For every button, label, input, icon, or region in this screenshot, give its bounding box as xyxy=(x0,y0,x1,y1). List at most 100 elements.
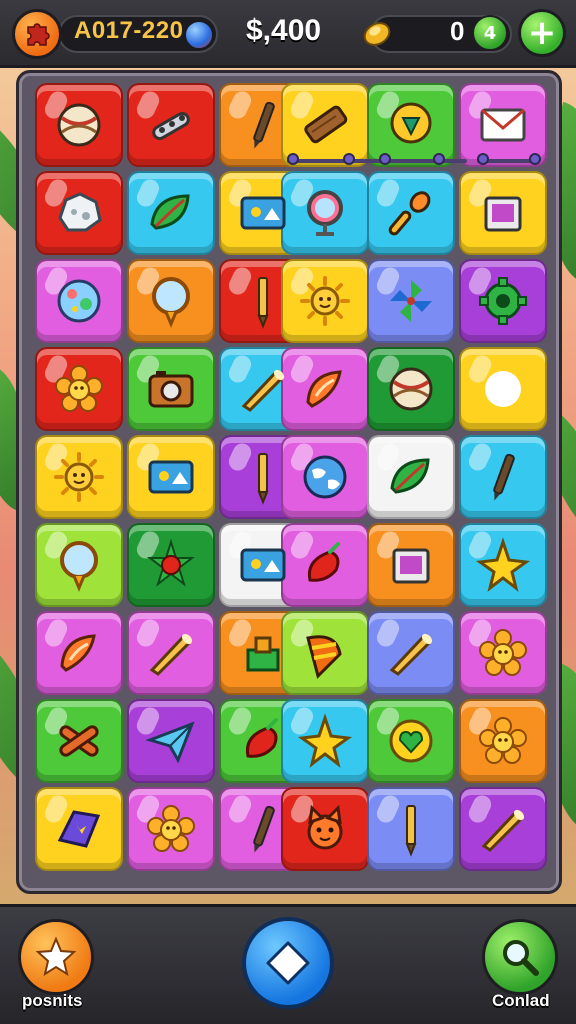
ball-icon xyxy=(389,367,433,411)
game-tile[interactable] xyxy=(281,171,369,255)
search-label: Conlad xyxy=(492,991,550,1010)
game-tile[interactable] xyxy=(367,259,455,343)
cone-icon xyxy=(306,635,342,679)
game-tile[interactable] xyxy=(127,83,215,167)
game-tile[interactable] xyxy=(281,523,369,607)
game-tile[interactable] xyxy=(127,435,215,519)
card-icon xyxy=(148,460,194,494)
bird-icon xyxy=(485,371,521,407)
game-tile[interactable] xyxy=(35,699,123,783)
game-tile[interactable] xyxy=(127,347,215,431)
coin-icon xyxy=(363,22,391,46)
play-button[interactable] xyxy=(242,917,334,1009)
positions-button[interactable] xyxy=(18,919,94,995)
cog-icon xyxy=(479,277,527,325)
game-tile[interactable] xyxy=(127,787,215,871)
game-tile[interactable] xyxy=(367,611,455,695)
plane-icon xyxy=(145,721,195,764)
clip-dot xyxy=(343,153,355,165)
game-tile[interactable] xyxy=(459,171,547,255)
game-tile[interactable] xyxy=(367,523,455,607)
game-tile[interactable] xyxy=(35,83,123,167)
game-tile[interactable] xyxy=(281,259,369,343)
game-tile[interactable] xyxy=(127,523,215,607)
game-tile[interactable] xyxy=(35,787,123,871)
gem-icon xyxy=(57,810,101,848)
clip-dot xyxy=(379,153,391,165)
star-icon xyxy=(297,713,353,768)
pinwheel-icon xyxy=(390,280,432,322)
game-tile[interactable] xyxy=(281,787,369,871)
sticks-icon xyxy=(59,725,99,757)
pencil-icon xyxy=(257,453,269,505)
pen-icon xyxy=(253,101,275,149)
flower-icon xyxy=(479,629,527,676)
microphone-icon xyxy=(388,191,431,236)
globe-icon xyxy=(303,455,347,499)
plank-icon xyxy=(304,105,348,144)
puzzle-icon xyxy=(27,23,50,46)
game-tile[interactable] xyxy=(367,787,455,871)
game-tile[interactable] xyxy=(35,171,123,255)
money-display: $,400 xyxy=(246,14,322,47)
badge-icon xyxy=(390,102,432,144)
game-tile[interactable] xyxy=(367,347,455,431)
game-tile[interactable] xyxy=(127,171,215,255)
game-tile[interactable] xyxy=(459,611,547,695)
flower-icon xyxy=(147,805,195,852)
top-hud: A017-220 $,400 0 4 + xyxy=(0,0,576,68)
game-tile[interactable] xyxy=(35,259,123,343)
search-button[interactable] xyxy=(482,919,558,995)
game-tile[interactable] xyxy=(281,699,369,783)
game-tile[interactable] xyxy=(35,611,123,695)
game-tile[interactable] xyxy=(459,347,547,431)
game-tile[interactable] xyxy=(367,171,455,255)
heart-icon xyxy=(389,719,433,763)
game-tile[interactable] xyxy=(35,523,123,607)
game-tile[interactable] xyxy=(127,699,215,783)
pepper-icon xyxy=(307,542,340,582)
game-tile[interactable] xyxy=(459,523,547,607)
horn-icon xyxy=(389,633,433,676)
game-tile[interactable] xyxy=(127,259,215,343)
orb-icon xyxy=(184,20,214,50)
level-text: A017-220 xyxy=(74,17,184,44)
star-flower-icon xyxy=(147,538,195,587)
flower-icon xyxy=(479,717,527,764)
level-button[interactable] xyxy=(12,9,62,59)
game-tile[interactable] xyxy=(281,611,369,695)
game-tile[interactable] xyxy=(367,699,455,783)
magnifier-icon xyxy=(152,277,190,328)
leaf-icon xyxy=(150,194,190,230)
game-board xyxy=(16,70,562,894)
horn-icon xyxy=(149,633,193,676)
game-tile[interactable] xyxy=(127,611,215,695)
game-tile[interactable] xyxy=(367,435,455,519)
game-tile[interactable] xyxy=(281,435,369,519)
game-tile[interactable] xyxy=(459,259,547,343)
positions-label: posnits xyxy=(22,991,83,1010)
mirror-icon xyxy=(307,190,343,236)
clip-dot xyxy=(477,153,489,165)
rock-icon xyxy=(58,192,102,232)
game-tile[interactable] xyxy=(459,699,547,783)
pen-icon xyxy=(253,805,275,853)
envelope-icon xyxy=(480,108,526,142)
add-coins-button[interactable]: + xyxy=(518,9,566,57)
bottom-bar: posnits Conlad xyxy=(0,904,576,1024)
coin-badge[interactable]: 4 xyxy=(472,15,508,51)
clip-dot xyxy=(529,153,541,165)
box-icon xyxy=(484,196,522,232)
game-tile[interactable] xyxy=(281,347,369,431)
camera-icon xyxy=(148,371,194,408)
horn-icon xyxy=(481,809,525,852)
box-icon xyxy=(392,548,430,584)
card-icon xyxy=(240,548,286,582)
card-icon xyxy=(240,196,286,230)
game-tile[interactable] xyxy=(459,435,547,519)
pencil-icon xyxy=(257,277,269,329)
game-tile[interactable] xyxy=(459,787,547,871)
game-tile[interactable] xyxy=(35,435,123,519)
ball-icon xyxy=(57,103,101,147)
game-tile[interactable] xyxy=(35,347,123,431)
